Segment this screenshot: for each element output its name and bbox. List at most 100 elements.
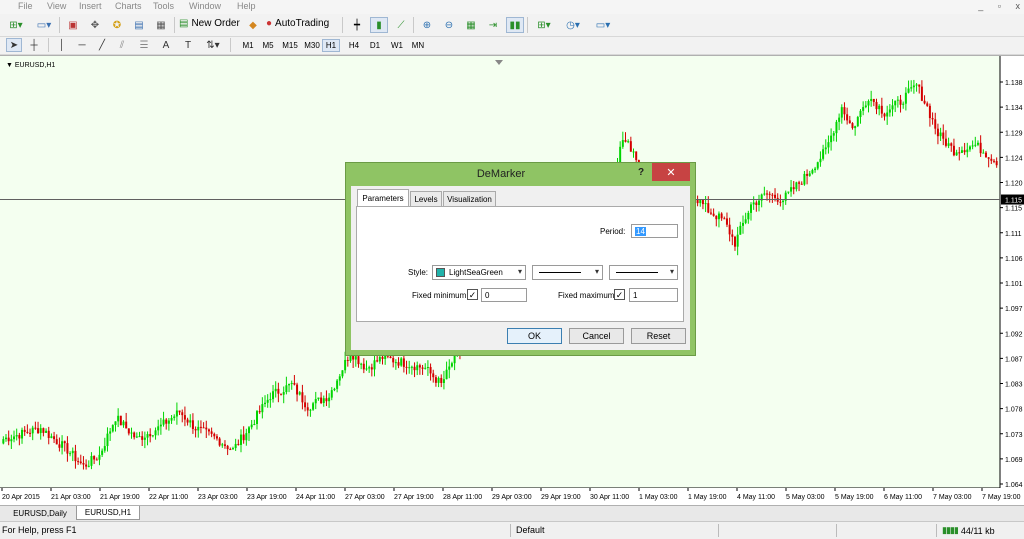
candle-body: [445, 369, 448, 380]
menu-insert[interactable]: Insert: [79, 1, 102, 11]
timeframe-d1[interactable]: D1: [364, 39, 386, 52]
line-width-select[interactable]: ▾: [609, 265, 678, 280]
candlestick-icon: ▮: [376, 19, 382, 31]
candle-body: [418, 365, 421, 368]
timeframe-h1[interactable]: H1: [322, 39, 340, 52]
candle-body: [779, 201, 782, 203]
menu-tools[interactable]: Tools: [153, 1, 174, 11]
candle-body: [795, 182, 798, 190]
timeframe-m5[interactable]: M5: [257, 39, 279, 52]
timeframe-w1[interactable]: W1: [386, 39, 408, 52]
navigator-button[interactable]: ✪: [108, 17, 126, 33]
tab-eurusd-h1[interactable]: EURUSD,H1: [76, 506, 140, 520]
timeframe-m15[interactable]: M15: [278, 39, 302, 52]
candle-body: [178, 410, 181, 413]
candle-body: [317, 397, 320, 400]
text-label-button[interactable]: T: [180, 38, 196, 52]
candle-body: [365, 368, 368, 370]
zoom-out-button[interactable]: ⊖: [440, 17, 458, 33]
crosshair-button[interactable]: ┼: [26, 38, 42, 52]
auto-scroll-button[interactable]: ▮▮: [506, 17, 524, 33]
line-style-select[interactable]: ▾: [532, 265, 603, 280]
data-window-button[interactable]: ✥: [86, 17, 104, 33]
strategy-tester-button[interactable]: ▦: [152, 17, 170, 33]
horizontal-line-button[interactable]: ─: [74, 38, 90, 52]
tab-eurusd-daily[interactable]: EURUSD,Daily: [6, 506, 74, 520]
fixed-maximum-input[interactable]: 1: [629, 288, 678, 302]
templates-button[interactable]: ▭▾: [591, 17, 615, 33]
tab-parameters[interactable]: Parameters: [357, 189, 409, 207]
new-chart-button[interactable]: ⊞▾: [4, 17, 28, 33]
candle-body: [394, 362, 397, 364]
zoom-in-button[interactable]: ⊕: [418, 17, 436, 33]
minimize-icon[interactable]: _: [978, 1, 983, 11]
periods-button[interactable]: ◷▾: [561, 17, 585, 33]
candlestick-chart-button[interactable]: ▮: [370, 17, 388, 33]
templates-icon: ▭▾: [595, 19, 611, 31]
autotrading-button[interactable]: ● AutoTrading: [266, 18, 329, 29]
indicators-button[interactable]: ⊞▾: [532, 17, 556, 33]
fixed-minimum-input[interactable]: 0: [481, 288, 527, 302]
cancel-button[interactable]: Cancel: [569, 328, 624, 344]
equidistant-channel-button[interactable]: ⫽: [114, 38, 130, 52]
candle-body: [245, 433, 248, 441]
tab-visualization[interactable]: Visualization: [443, 191, 496, 206]
candle-body: [728, 224, 731, 235]
timeframe-h4[interactable]: H4: [343, 39, 365, 52]
chart-shift-button[interactable]: ⇥: [484, 17, 502, 33]
candle-body: [872, 98, 875, 102]
new-order-button[interactable]: ▤ New Order: [179, 18, 240, 29]
line-chart-button[interactable]: ⟋: [392, 17, 410, 33]
close-window-icon[interactable]: x: [1016, 1, 1021, 11]
timeframe-m30[interactable]: M30: [300, 39, 324, 52]
candle-body: [138, 436, 141, 438]
profiles-button[interactable]: ▭▾: [32, 17, 56, 33]
dialog-close-button[interactable]: ✕: [652, 163, 690, 181]
candle-body: [894, 100, 897, 106]
metaeditor-button[interactable]: ◆: [244, 17, 262, 33]
market-watch-button[interactable]: ▣: [64, 17, 82, 33]
candle-body: [197, 426, 200, 431]
restore-icon[interactable]: ▫: [998, 1, 1001, 11]
fibonacci-button[interactable]: ☰: [136, 38, 152, 52]
fixed-minimum-checkbox[interactable]: ✓: [467, 289, 478, 300]
candle-body: [878, 105, 881, 110]
dialog-body: Parameters Levels Visualization Period: …: [351, 186, 690, 350]
menu-view[interactable]: View: [47, 1, 66, 11]
candle-body: [824, 147, 827, 150]
candle-body: [13, 436, 16, 440]
menu-window[interactable]: Window: [189, 1, 221, 11]
menu-help[interactable]: Help: [237, 1, 256, 11]
terminal-button[interactable]: ▤: [130, 17, 148, 33]
candle-body: [982, 152, 985, 154]
candle-body: [405, 366, 408, 368]
ok-button[interactable]: OK: [507, 328, 562, 344]
candle-body: [621, 140, 624, 147]
reset-button[interactable]: Reset: [631, 328, 686, 344]
candle-body: [189, 420, 192, 423]
menu-charts[interactable]: Charts: [115, 1, 142, 11]
candle-body: [21, 429, 24, 439]
tile-windows-button[interactable]: ▦: [462, 17, 480, 33]
candle-body: [157, 426, 160, 431]
candle-body: [782, 200, 785, 203]
arrows-button[interactable]: ⇅▾: [202, 38, 224, 52]
text-button[interactable]: A: [158, 38, 174, 52]
tab-levels[interactable]: Levels: [410, 191, 442, 206]
timeframe-m1[interactable]: M1: [237, 39, 259, 52]
period-input[interactable]: 14: [631, 224, 678, 238]
fixed-maximum-checkbox[interactable]: ✓: [614, 289, 625, 300]
vertical-line-button[interactable]: │: [54, 38, 70, 52]
y-tick-label: 1.083: [1005, 382, 1023, 389]
style-color-select[interactable]: LightSeaGreen ▾: [432, 265, 526, 280]
bar-chart-button[interactable]: ┿: [348, 17, 366, 33]
timeframe-mn[interactable]: MN: [407, 39, 429, 52]
cursor-button[interactable]: ➤: [6, 38, 22, 52]
line-studies-toolbar: ➤ ┼ │ ─ ╱ ⫽ ☰ A T ⇅▾ M1 M5 M15 M30 H1 H4…: [0, 37, 1024, 55]
candle-body: [362, 363, 365, 370]
menu-file[interactable]: File: [18, 1, 33, 11]
help-icon[interactable]: ?: [638, 167, 644, 178]
trendline-button[interactable]: ╱: [94, 38, 110, 52]
candle-body: [127, 428, 130, 434]
connection-status[interactable]: ▮▮▮▮ 44/11 kb: [942, 525, 995, 536]
